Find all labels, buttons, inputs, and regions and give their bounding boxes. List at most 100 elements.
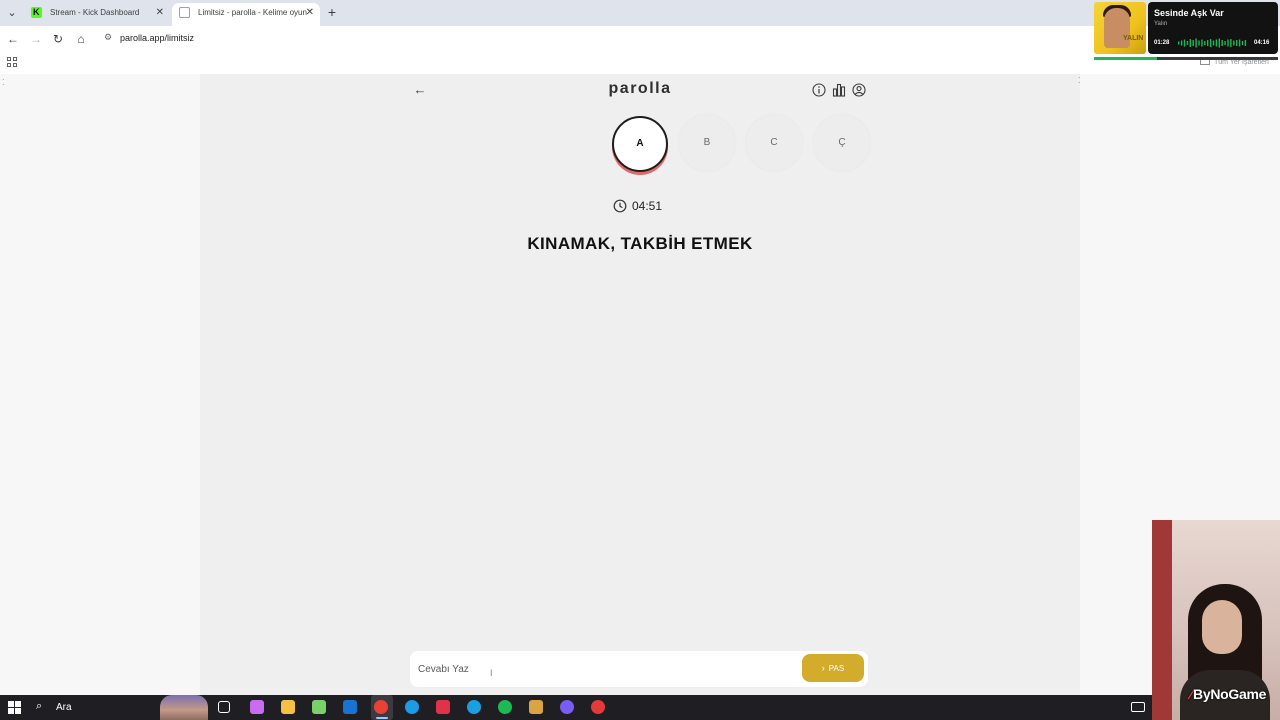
now-playing-widget: YALIN Sesinde Aşk Var Yalın 01:28 04:16 [1094, 2, 1278, 60]
text-cursor-icon: I [490, 668, 493, 678]
keyboard-icon[interactable] [1131, 702, 1145, 712]
waveform-bar [1215, 39, 1218, 47]
taskbar-search[interactable]: ⌕ Ara [34, 698, 154, 717]
valorant-icon[interactable] [436, 700, 450, 714]
browser-tab-parolla[interactable]: Limitsiz - parolla - Kelime oyun ✕ [172, 3, 320, 26]
waveform-bar [1189, 39, 1191, 47]
waveform-bar [1183, 39, 1186, 47]
song-artist: Yalın [1154, 21, 1168, 27]
kick-icon [31, 3, 42, 22]
photos-icon[interactable] [529, 700, 543, 714]
song-title: Sesinde Aşk Var [1154, 8, 1224, 18]
pass-button-label: PAS [828, 664, 845, 673]
decorative-dots: ⁚ [1078, 76, 1081, 85]
file-explorer-icon[interactable] [281, 700, 295, 714]
answer-input[interactable] [418, 659, 788, 679]
active-app-indicator [376, 717, 388, 719]
app-logo[interactable]: parolla [540, 80, 740, 98]
search-icon: ⌕ [36, 700, 43, 712]
waveform-bar [1201, 39, 1203, 47]
waveform-bar [1227, 39, 1229, 47]
letter-circle-a[interactable]: A [612, 116, 668, 172]
waveform-bar [1209, 39, 1212, 47]
album-cover: YALIN [1094, 2, 1146, 54]
elapsed-time: 01:28 [1154, 40, 1170, 46]
web-page: ⁚ ⁚ ← parolla A B C Ç 04:51 KINAMAK, TAK… [0, 74, 1280, 695]
outlook-icon[interactable] [343, 700, 357, 714]
waveform-bar [1224, 41, 1226, 45]
waveform-bar [1186, 41, 1189, 45]
task-view-icon[interactable] [218, 701, 230, 713]
stream-watermark: ⁄ByNoGame [1190, 686, 1266, 702]
audio-waveform-icon [1178, 38, 1247, 48]
windows-start-icon[interactable] [8, 701, 21, 714]
stats-chart-icon[interactable] [832, 83, 846, 97]
browser-tab-strip: ⌄ Stream - Kick Dashboard ✕ Limitsiz - p… [0, 0, 1280, 26]
apps-grid-icon[interactable] [7, 57, 17, 67]
back-arrow-icon[interactable]: ← [5, 31, 21, 47]
site-info-icon[interactable]: ⚙ [104, 32, 116, 44]
discord-icon[interactable] [560, 700, 574, 714]
decorative-dots: ⁚ [2, 78, 5, 87]
song-progress-fill [1094, 57, 1157, 60]
address-bar[interactable]: ⚙ parolla.app/limitsiz [98, 28, 1088, 50]
skype-icon[interactable] [467, 700, 481, 714]
parolla-icon [179, 7, 190, 18]
waveform-bar [1230, 39, 1232, 47]
new-tab-plus-icon[interactable]: + [324, 4, 340, 20]
tab-title: Limitsiz - parolla - Kelime oyun [198, 8, 307, 17]
browser-toolbar: ← → ↻ ⌂ ⚙ parolla.app/limitsiz [0, 26, 1280, 52]
chrome-icon[interactable] [374, 700, 388, 714]
waveform-bar [1180, 40, 1183, 46]
search-label: Ara [56, 702, 72, 713]
riot-client-icon[interactable] [591, 700, 605, 714]
info-icon[interactable] [812, 83, 826, 97]
waveform-bar [1233, 40, 1235, 46]
letter-circle-b[interactable]: B [679, 115, 735, 171]
now-playing-card: Sesinde Aşk Var Yalın 01:28 04:16 [1148, 2, 1278, 54]
waveform-bar [1204, 41, 1206, 45]
song-progress-bar [1094, 57, 1278, 60]
letter-circle-c[interactable]: C [746, 115, 802, 171]
waveform-bar [1236, 40, 1238, 46]
forward-arrow-icon[interactable]: → [28, 31, 44, 47]
waveform-bar [1212, 40, 1215, 46]
copilot-icon[interactable] [250, 700, 264, 714]
edge-icon[interactable] [405, 700, 419, 714]
user-profile-icon[interactable] [852, 83, 866, 97]
tab-search-chevron-icon[interactable]: ⌄ [4, 5, 20, 21]
clock-icon [613, 199, 627, 213]
windows-taskbar: ⌕ Ara [0, 695, 1152, 720]
waveform-bar [1218, 38, 1220, 48]
waveform-bar [1192, 40, 1194, 46]
browser-tab-kick[interactable]: Stream - Kick Dashboard ✕ [24, 3, 170, 26]
flame-icon: ⁄ [1190, 686, 1193, 702]
home-icon[interactable]: ⌂ [73, 31, 89, 47]
waveform-bar [1221, 40, 1223, 46]
watermark-text: ByNoGame [1193, 686, 1267, 702]
close-icon[interactable]: ✕ [156, 3, 164, 22]
back-arrow-icon[interactable]: ← [412, 82, 428, 98]
waveform-bar [1241, 41, 1244, 45]
album-cover-text: YALIN [1123, 35, 1144, 42]
waveform-bar [1195, 38, 1197, 48]
waveform-bar [1238, 39, 1241, 47]
question-text: KINAMAK, TAKBİH ETMEK [527, 234, 753, 253]
waveform-bar [1244, 40, 1247, 46]
countdown-timer: 04:51 [632, 199, 663, 213]
total-duration: 04:16 [1254, 40, 1270, 46]
bookmarks-bar: Tüm Yer İşaretleri [0, 52, 1280, 72]
spotify-icon[interactable] [498, 700, 512, 714]
url-text[interactable]: parolla.app/limitsiz [120, 33, 194, 43]
store-icon[interactable] [312, 700, 326, 714]
waveform-bar [1178, 41, 1180, 45]
waveform-bar [1207, 40, 1209, 46]
pass-button[interactable]: › PAS [802, 654, 864, 682]
widgets-thumbnail[interactable] [160, 695, 208, 720]
chevron-right-icon: › [821, 663, 825, 673]
tab-title: Stream - Kick Dashboard [50, 8, 140, 17]
waveform-bar [1198, 40, 1200, 46]
close-icon[interactable]: ✕ [306, 3, 314, 22]
letter-circle-c-cedilla[interactable]: Ç [814, 115, 870, 171]
reload-icon[interactable]: ↻ [50, 31, 66, 47]
